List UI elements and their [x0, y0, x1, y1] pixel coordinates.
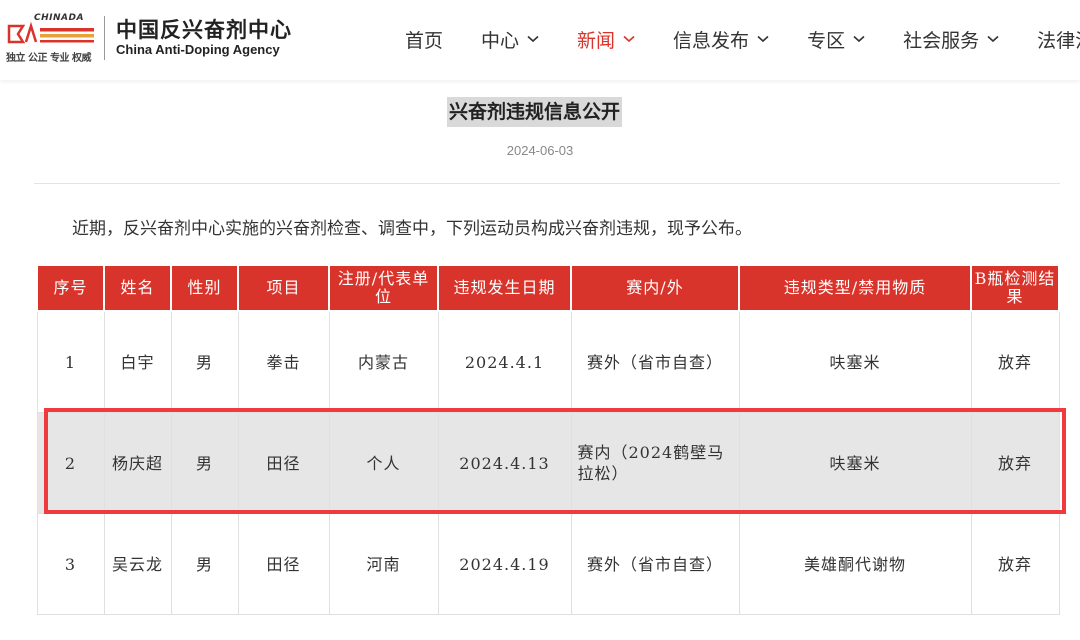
article-date: 2024-06-03 — [506, 143, 574, 158]
nav-item-label: 法律法 — [1037, 29, 1080, 52]
table-row: 3 吴云龙 男 田径 河南 2024.4.19 赛外（省市自查） 美雄酮代谢物 … — [36, 513, 1060, 615]
nav-item-law[interactable]: 法律法 — [1037, 24, 1080, 54]
chevron-down-icon — [527, 35, 539, 43]
divider — [34, 183, 1060, 184]
nav-item-home[interactable]: 首页 — [405, 24, 443, 54]
cell-sport: 田径 — [237, 513, 330, 615]
header-date: 违规发生日期 — [437, 264, 572, 312]
nav-item-label: 专区 — [807, 29, 846, 52]
nav-item-label: 信息发布 — [673, 29, 750, 52]
cell-b-sample: 放弃 — [970, 412, 1060, 514]
cell-b-sample: 放弃 — [970, 310, 1060, 413]
table-row: 1 白宇 男 拳击 内蒙古 2024.4.1 赛外（省市自查） 呋塞米 放弃 — [36, 310, 1060, 413]
cell-unit: 内蒙古 — [328, 310, 439, 413]
header-index: 序号 — [36, 264, 105, 312]
nav-item-label: 新闻 — [577, 29, 616, 52]
header-name: 姓名 — [103, 264, 172, 312]
chevron-down-icon — [853, 35, 865, 43]
header-b-sample: B瓶检测结果 — [970, 264, 1060, 312]
cell-index: 3 — [36, 513, 105, 615]
nav-item-label: 首页 — [405, 29, 444, 52]
header-substance: 违规类型/禁用物质 — [738, 264, 972, 312]
cell-name: 杨庆超 — [103, 412, 172, 514]
cell-substance: 美雄酮代谢物 — [738, 513, 972, 615]
cell-substance: 呋塞米 — [738, 310, 972, 413]
header-unit: 注册/代表单位 — [328, 264, 439, 312]
cell-gender: 男 — [170, 513, 239, 615]
logo-divider — [104, 16, 105, 60]
table-header-row: 序号 姓名 性别 项目 注册/代表单位 违规发生日期 赛内/外 违规类型/禁用物… — [36, 264, 1060, 312]
nav-item-social-service[interactable]: 社会服务 — [903, 24, 999, 54]
header-in-out: 赛内/外 — [570, 264, 740, 312]
nav-item-label: 中心 — [481, 29, 520, 52]
cell-index: 1 — [36, 310, 105, 413]
cell-in-out: 赛外（省市自查） — [570, 513, 740, 615]
cell-substance: 呋塞米 — [738, 412, 972, 514]
header-sport: 项目 — [237, 264, 330, 312]
table-row: 2 杨庆超 男 田径 个人 2024.4.13 赛内（2024鹤壁马拉松） 呋塞… — [36, 412, 1060, 514]
logo-name-cn: 中国反兴奋剂中心 — [116, 18, 292, 42]
nav-item-news[interactable]: 新闻 — [577, 24, 635, 54]
cell-date: 2024.4.19 — [437, 513, 572, 615]
cell-date: 2024.4.13 — [437, 412, 572, 514]
main-nav: 首页 中心 新闻 信息发布 专区 社会服务 法律法 — [405, 24, 1080, 54]
nav-item-label: 社会服务 — [903, 29, 980, 52]
nav-item-special-zone[interactable]: 专区 — [807, 24, 865, 54]
logo-brand-small: CHINADA — [34, 13, 84, 23]
chevron-down-icon — [757, 35, 769, 43]
cell-sport: 田径 — [237, 412, 330, 514]
cell-name: 吴云龙 — [103, 513, 172, 615]
cell-sport: 拳击 — [237, 310, 330, 413]
article-title: 兴奋剂违规信息公开 — [447, 97, 623, 127]
cell-b-sample: 放弃 — [970, 513, 1060, 615]
cell-gender: 男 — [170, 412, 239, 514]
violations-table: 序号 姓名 性别 项目 注册/代表单位 违规发生日期 赛内/外 违规类型/禁用物… — [36, 264, 1060, 615]
nav-item-info-release[interactable]: 信息发布 — [673, 24, 769, 54]
article-intro: 近期，反兴奋剂中心实施的兴奋剂检查、调查中，下列运动员构成兴奋剂违规，现予公布。 — [72, 219, 752, 239]
logo-name-en: China Anti-Doping Agency — [116, 42, 280, 57]
cell-gender: 男 — [170, 310, 239, 413]
logo-motto: 独立 公正 专业 权威 — [6, 53, 91, 64]
cell-in-out: 赛外（省市自查） — [570, 310, 740, 413]
chevron-down-icon — [623, 35, 635, 43]
chevron-down-icon — [987, 35, 999, 43]
cell-name: 白宇 — [103, 310, 172, 413]
site-header: CHINADA 独立 公正 专业 权威 中国反兴奋剂中心 China Anti-… — [0, 0, 1080, 80]
cell-unit: 个人 — [328, 412, 439, 514]
cell-unit: 河南 — [328, 513, 439, 615]
cell-date: 2024.4.1 — [437, 310, 572, 413]
cell-in-out: 赛内（2024鹤壁马拉松） — [570, 412, 740, 514]
cell-index: 2 — [36, 412, 105, 514]
nav-item-center[interactable]: 中心 — [481, 24, 539, 54]
header-gender: 性别 — [170, 264, 239, 312]
